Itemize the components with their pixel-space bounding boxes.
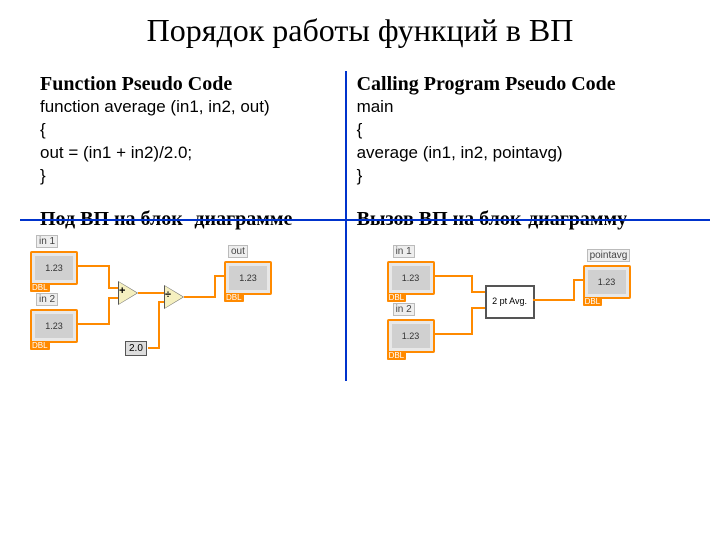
quadrant-caller-diagram: Вызов ВП на блок-диаграмму in 1 1.23 DBL… [327, 200, 680, 400]
label-in1: in 1 [393, 245, 415, 258]
label-in2: in 2 [36, 293, 58, 306]
type-tag-dbl: DBL [30, 341, 50, 350]
code-line: { [357, 119, 670, 142]
code-line: } [40, 165, 317, 188]
label-in2: in 2 [393, 303, 415, 316]
subvi-node: 2 pt Avg. [485, 285, 535, 319]
plus-icon: + [119, 285, 125, 297]
heading-calling-code: Calling Program Pseudo Code [357, 73, 670, 96]
horizontal-divider [20, 219, 710, 221]
code-line: out = (in1 + in2)/2.0; [40, 142, 317, 165]
type-tag-dbl: DBL [30, 283, 50, 292]
code-line: main [357, 96, 670, 119]
type-tag-dbl: DBL [387, 293, 407, 302]
label-pointavg: pointavg [587, 249, 631, 262]
terminal-in1: 1.23 [387, 261, 435, 295]
label-in1: in 1 [36, 235, 58, 248]
terminal-out: 1.23 [224, 261, 272, 295]
quadrant-subvi-diagram: Под ВП на блок- диаграмме in 1 1.23 DBL … [20, 200, 327, 400]
type-tag-dbl: DBL [387, 351, 407, 360]
terminal-in1: 1.23 [30, 251, 78, 285]
divide-icon: ÷ [165, 289, 171, 301]
terminal-pointavg: 1.23 [583, 265, 631, 299]
quadrant-function-code: Function Pseudo Code function average (i… [20, 69, 327, 192]
diagram-caller: in 1 1.23 DBL in 2 1.23 DBL 2 pt Avg. [387, 261, 670, 396]
slide-grid: Function Pseudo Code function average (i… [20, 69, 680, 400]
code-line: function average (in1, in2, out) [40, 96, 317, 119]
label-out: out [228, 245, 248, 258]
constant-2: 2.0 [125, 341, 147, 356]
terminal-in2: 1.23 [387, 319, 435, 353]
type-tag-dbl: DBL [224, 293, 244, 302]
code-line: { [40, 119, 317, 142]
quadrant-calling-code: Calling Program Pseudo Code main { avera… [327, 69, 680, 192]
type-tag-dbl: DBL [583, 297, 603, 306]
terminal-in2: 1.23 [30, 309, 78, 343]
page-title: Порядок работы функций в ВП [0, 12, 720, 49]
code-line: average (in1, in2, pointavg) [357, 142, 670, 165]
diagram-average-subvi: in 1 1.23 DBL in 2 1.23 DBL + [30, 251, 317, 386]
code-line: } [357, 165, 670, 188]
heading-function-code: Function Pseudo Code [40, 73, 317, 96]
vertical-divider [345, 71, 347, 381]
